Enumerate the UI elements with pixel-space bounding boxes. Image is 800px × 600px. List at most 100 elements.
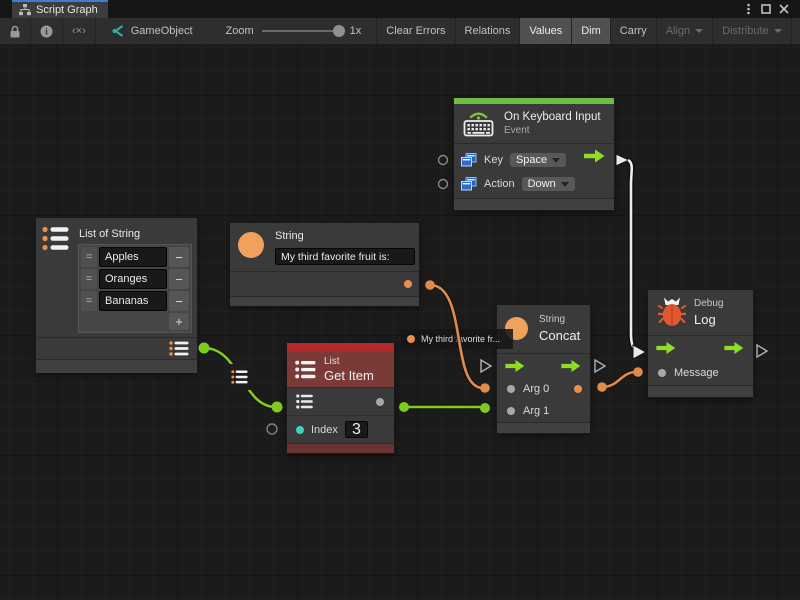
overview-button[interactable]: Overv bbox=[792, 18, 800, 44]
enum-port-icon[interactable] bbox=[461, 153, 477, 167]
dropdown-caret-icon bbox=[552, 158, 560, 163]
key-port-label: Key bbox=[484, 154, 503, 166]
item-output-port[interactable] bbox=[376, 398, 384, 406]
node-get-item[interactable]: List Get Item Index 3 bbox=[287, 343, 394, 453]
string-icon bbox=[238, 232, 264, 258]
result-output-port[interactable] bbox=[574, 385, 582, 393]
wire-endpoint[interactable] bbox=[199, 343, 210, 354]
chevron-down-icon bbox=[774, 29, 782, 33]
lock-icon[interactable] bbox=[0, 18, 31, 44]
kebab-menu-icon[interactable] bbox=[741, 2, 756, 16]
remove-item-button[interactable]: − bbox=[169, 291, 189, 311]
list-input-port[interactable] bbox=[296, 394, 313, 409]
node-debug-log[interactable]: Debug Log Message bbox=[648, 290, 753, 397]
trigger-output-port[interactable] bbox=[561, 360, 582, 372]
gameobject-icon bbox=[110, 24, 125, 38]
trigger-output-port[interactable] bbox=[724, 342, 745, 354]
remove-item-button[interactable]: − bbox=[169, 247, 189, 267]
wire-endpoint[interactable] bbox=[272, 402, 283, 413]
relations-button[interactable]: Relations bbox=[456, 18, 521, 44]
zoom-control: Zoom 1x bbox=[202, 18, 371, 44]
close-icon[interactable] bbox=[776, 2, 791, 16]
drag-handle[interactable]: = bbox=[81, 247, 97, 267]
list-item-field[interactable]: Apples bbox=[99, 247, 167, 267]
string-value-field[interactable]: My third favorite fruit is: bbox=[275, 248, 415, 265]
maximize-icon[interactable] bbox=[758, 2, 773, 16]
tooltip-text: My third favorite fr... bbox=[421, 334, 500, 344]
wire-endpoint[interactable] bbox=[597, 382, 607, 392]
dim-toggle[interactable]: Dim bbox=[572, 18, 611, 44]
code-view-glyph: ‹×› bbox=[72, 25, 86, 37]
drag-handle[interactable]: = bbox=[81, 269, 97, 289]
unconnected-trigger-out[interactable] bbox=[757, 345, 767, 357]
trigger-output-port[interactable] bbox=[584, 150, 606, 163]
node-string-literal[interactable]: String My third favorite fruit is: bbox=[230, 223, 419, 306]
node-footer bbox=[36, 359, 197, 373]
list-icon bbox=[231, 370, 248, 384]
graph-target[interactable]: GameObject bbox=[96, 18, 202, 44]
chevron-down-icon bbox=[695, 29, 703, 33]
values-toggle[interactable]: Values bbox=[520, 18, 572, 44]
wire-endpoint[interactable] bbox=[633, 367, 643, 377]
carry-toggle[interactable]: Carry bbox=[611, 18, 657, 44]
index-value-field[interactable]: 3 bbox=[345, 421, 368, 438]
wire-endpoint[interactable] bbox=[480, 403, 490, 413]
info-icon[interactable]: i bbox=[31, 18, 63, 44]
unconnected-trigger-out[interactable] bbox=[595, 360, 605, 372]
unconnected-key-port[interactable] bbox=[439, 156, 448, 165]
wire-start-arrow[interactable] bbox=[616, 154, 629, 166]
list-item-row: = Bananas − bbox=[81, 291, 189, 311]
node-string-concat[interactable]: String Concat Arg 0 Arg 1 bbox=[497, 305, 590, 433]
remove-item-button[interactable]: − bbox=[169, 269, 189, 289]
node-category: String bbox=[539, 314, 565, 326]
node-title: List of String bbox=[79, 228, 140, 240]
trigger-input-port[interactable] bbox=[656, 342, 677, 354]
zoom-slider[interactable] bbox=[262, 30, 340, 32]
string-output-port[interactable] bbox=[404, 280, 412, 288]
script-graph-window: Script Graph i ‹×› GameObject bbox=[0, 0, 800, 600]
wire-concat-to-log[interactable] bbox=[602, 372, 636, 387]
node-on-keyboard-input[interactable]: On Keyboard Input Event Key Space bbox=[454, 98, 614, 210]
tab-bar: Script Graph bbox=[0, 0, 800, 18]
arg1-input-port[interactable] bbox=[507, 407, 515, 415]
dropdown-caret-icon bbox=[561, 182, 569, 187]
distribute-dropdown[interactable]: Distribute bbox=[713, 18, 791, 44]
bug-icon bbox=[658, 297, 686, 327]
list-item-field[interactable]: Oranges bbox=[99, 269, 167, 289]
unconnected-action-port[interactable] bbox=[439, 180, 448, 189]
zoom-label: Zoom bbox=[226, 25, 254, 37]
graph-canvas[interactable]: On Keyboard Input Event Key Space bbox=[0, 44, 800, 600]
list-item-field[interactable]: Bananas bbox=[99, 291, 167, 311]
message-label: Message bbox=[674, 367, 719, 379]
message-input-port[interactable] bbox=[658, 369, 666, 377]
wire-keyboard-to-log[interactable] bbox=[628, 160, 637, 351]
node-title: String bbox=[275, 230, 304, 242]
node-list-of-string[interactable]: List of String = Apples − = Oranges − = bbox=[36, 218, 197, 372]
clear-errors-button[interactable]: Clear Errors bbox=[377, 18, 455, 44]
key-dropdown[interactable]: Space bbox=[510, 153, 566, 167]
align-dropdown[interactable]: Align bbox=[657, 18, 713, 44]
add-item-button[interactable]: + bbox=[169, 313, 189, 330]
list-output-port[interactable] bbox=[169, 341, 189, 356]
node-footer bbox=[230, 296, 419, 306]
tab-script-graph[interactable]: Script Graph bbox=[12, 0, 108, 18]
unconnected-trigger-in[interactable] bbox=[481, 360, 491, 372]
wire-endpoint[interactable] bbox=[425, 280, 435, 290]
index-input-port[interactable] bbox=[296, 426, 304, 434]
arg0-input-port[interactable] bbox=[507, 385, 515, 393]
unconnected-index-port[interactable] bbox=[267, 424, 277, 434]
enum-port-icon[interactable] bbox=[461, 177, 477, 191]
wire-endpoint[interactable] bbox=[480, 383, 490, 393]
code-view-icon[interactable]: ‹×› bbox=[63, 18, 96, 44]
list-icon bbox=[42, 226, 69, 251]
node-title: Log bbox=[694, 312, 716, 327]
wire-casing bbox=[602, 372, 636, 387]
wire-endpoint[interactable] bbox=[399, 402, 409, 412]
zoom-slider-thumb[interactable] bbox=[333, 25, 345, 37]
node-title: Get Item bbox=[324, 368, 374, 383]
trigger-input-port[interactable] bbox=[505, 360, 526, 372]
wire-end-arrow[interactable] bbox=[633, 345, 646, 359]
drag-handle[interactable]: = bbox=[81, 291, 97, 311]
node-footer bbox=[497, 422, 590, 433]
action-dropdown[interactable]: Down bbox=[522, 177, 575, 191]
